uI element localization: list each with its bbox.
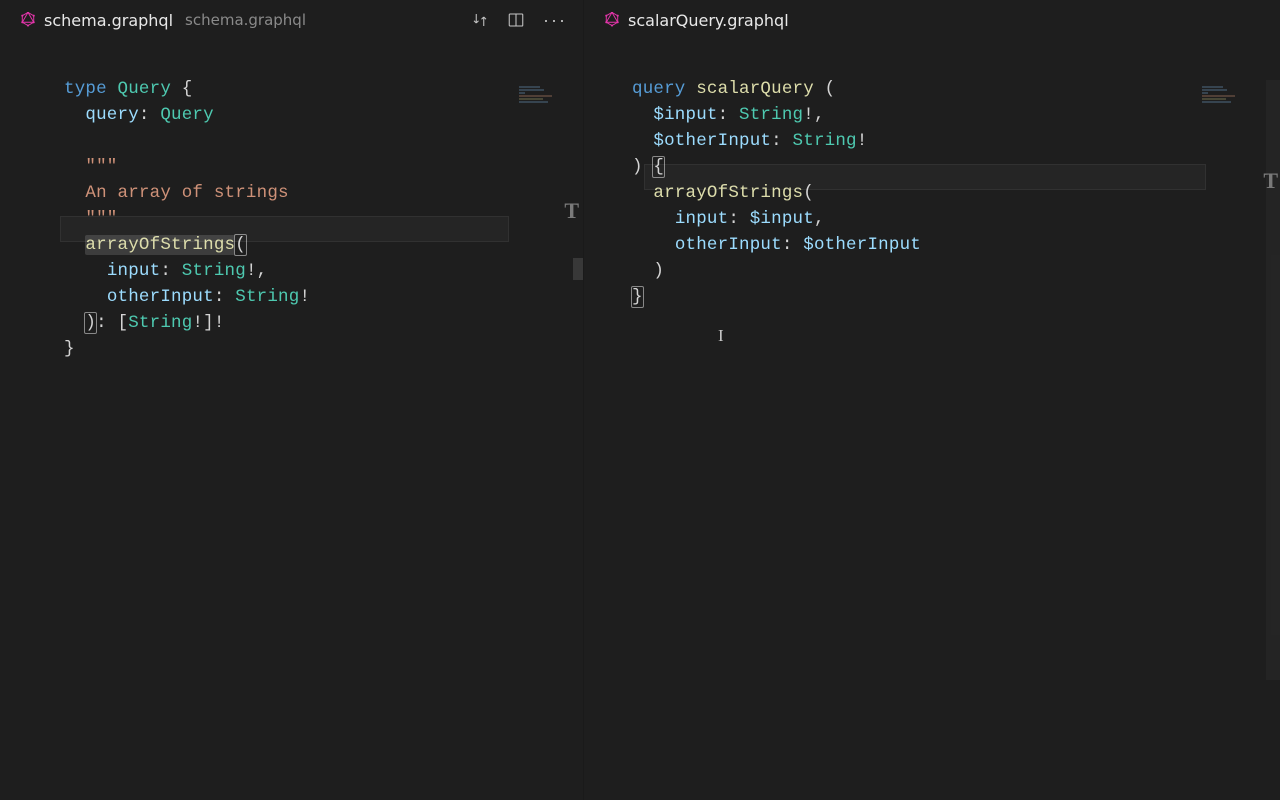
token: query [85, 105, 139, 125]
editor-right[interactable]: query scalarQuery ( $input: String!, $ot… [584, 40, 1280, 800]
token: } [631, 286, 644, 308]
token: ( [234, 234, 247, 256]
token: String [235, 287, 299, 307]
token: : [782, 235, 793, 255]
token: Query [118, 79, 172, 99]
token: ! [192, 313, 203, 333]
token: { [182, 79, 193, 99]
token: $otherInput [653, 131, 771, 151]
token: ( [803, 183, 814, 203]
token: : [718, 105, 729, 125]
graphql-icon [604, 12, 620, 28]
token: : [771, 131, 782, 151]
token: : [96, 313, 107, 333]
token: ) [653, 261, 664, 281]
tab-subtitle: schema.graphql [185, 11, 306, 29]
token: arrayOfStrings [85, 235, 235, 255]
scrollbar-thumb[interactable] [573, 258, 583, 280]
token: ! [857, 131, 868, 151]
token: !, [246, 261, 267, 281]
token: : [160, 261, 171, 281]
token: Query [160, 105, 214, 125]
more-actions-icon[interactable]: ··· [543, 10, 567, 31]
code-content-left[interactable]: type Query { query: Query """ An array o… [0, 40, 583, 388]
graphql-icon [20, 12, 36, 28]
token: String [739, 105, 803, 125]
token: String [128, 313, 192, 333]
token: """ [85, 209, 117, 229]
token: String [793, 131, 857, 151]
overview-glyph: T [564, 198, 579, 224]
tab-title: scalarQuery.graphql [628, 11, 789, 30]
split-editor-icon[interactable] [507, 11, 525, 29]
token: , [814, 209, 825, 229]
token: type [64, 79, 107, 99]
token: scalarQuery [696, 79, 814, 99]
token: ! [299, 287, 310, 307]
token: input [675, 209, 729, 229]
scrollbar[interactable] [1266, 80, 1280, 680]
token: ( [825, 79, 836, 99]
token: otherInput [107, 287, 214, 307]
token: } [64, 339, 75, 359]
token: $input [653, 105, 717, 125]
tab-schema-graphql[interactable]: schema.graphql schema.graphql [10, 0, 316, 40]
code-content-right[interactable]: query scalarQuery ( $input: String!, $ot… [584, 40, 1280, 336]
text-cursor-icon: I [718, 326, 724, 346]
compare-changes-icon[interactable] [471, 11, 489, 29]
token: ! [214, 313, 225, 333]
token: : [728, 209, 739, 229]
token: arrayOfStrings [653, 183, 803, 203]
token: : [139, 105, 150, 125]
tab-title: schema.graphql [44, 11, 173, 30]
token: ] [203, 313, 214, 333]
editor-left[interactable]: type Query { query: Query """ An array o… [0, 40, 583, 800]
token: $input [750, 209, 814, 229]
token: !, [803, 105, 824, 125]
token: """ [85, 157, 117, 177]
token: [ [118, 313, 129, 333]
tab-actions-left: ··· [471, 10, 573, 31]
token: query [632, 79, 686, 99]
token: An array of strings [85, 183, 288, 203]
token: otherInput [675, 235, 782, 255]
token: input [107, 261, 161, 281]
token: { [652, 156, 665, 178]
tab-bar-right: scalarQuery.graphql [584, 0, 1280, 40]
token: ) [632, 157, 643, 177]
token: $otherInput [803, 235, 921, 255]
token: : [214, 287, 225, 307]
token: String [182, 261, 246, 281]
editor-pane-left: schema.graphql schema.graphql ··· type Q… [0, 0, 584, 800]
tab-scalarquery-graphql[interactable]: scalarQuery.graphql [594, 0, 799, 40]
tab-bar-left: schema.graphql schema.graphql ··· [0, 0, 583, 40]
editor-pane-right: scalarQuery.graphql query scalarQuery ( … [584, 0, 1280, 800]
